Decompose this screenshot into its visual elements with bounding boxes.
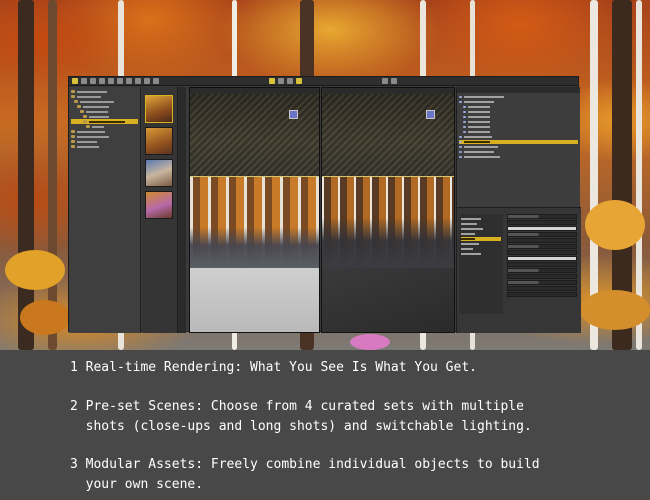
preset-thumbnail-list <box>142 87 178 333</box>
content-library-panel <box>69 87 141 333</box>
tree-trunk <box>18 0 34 350</box>
scene-node[interactable] <box>459 100 578 104</box>
foliage <box>580 290 650 330</box>
grid-icon[interactable] <box>287 78 293 84</box>
feature-item: 1 Real-time Rendering: What You See Is W… <box>70 358 477 378</box>
feature-text: Pre-set Scenes: Choose from 4 curated se… <box>85 399 532 434</box>
panel-header <box>457 87 580 93</box>
param-field[interactable] <box>507 226 577 231</box>
3d-app-window <box>68 76 581 333</box>
param-slider[interactable] <box>507 244 577 249</box>
param-group[interactable] <box>461 217 501 221</box>
window-icon[interactable] <box>391 78 397 84</box>
foliage <box>20 300 70 335</box>
param-slider[interactable] <box>507 262 577 267</box>
foliage <box>585 200 645 250</box>
toolbar <box>69 77 578 86</box>
param-slider[interactable] <box>507 214 577 219</box>
scene-node[interactable] <box>459 145 578 149</box>
feature-text: Modular Assets: Freely combine individua… <box>85 457 540 492</box>
param-slider[interactable] <box>507 268 577 273</box>
view-cube-icon[interactable] <box>289 110 298 119</box>
param-slider[interactable] <box>507 232 577 237</box>
snap-icon[interactable] <box>296 78 302 84</box>
render-icon[interactable] <box>144 78 150 84</box>
param-slider[interactable] <box>507 280 577 285</box>
feature-item: 2 Pre-set Scenes: Choose from 4 curated … <box>70 397 532 437</box>
param-slider[interactable] <box>507 220 577 225</box>
feature-number: 1 <box>70 360 78 375</box>
tree-item[interactable] <box>71 144 138 149</box>
scene-node[interactable] <box>459 110 578 114</box>
scene-node[interactable] <box>459 135 578 139</box>
feature-number: 2 <box>70 399 78 414</box>
path-pink-dress <box>350 334 390 350</box>
foliage <box>5 250 65 290</box>
save-icon[interactable] <box>108 78 114 84</box>
viewport-render-preview <box>190 176 319 268</box>
scene-node[interactable] <box>459 120 578 124</box>
parameter-sliders <box>505 214 579 298</box>
scene-node[interactable] <box>459 150 578 154</box>
param-field[interactable] <box>507 256 577 261</box>
preset-thumbnail[interactable] <box>145 95 173 123</box>
param-group[interactable] <box>461 252 501 256</box>
param-slider[interactable] <box>507 238 577 243</box>
play-icon[interactable] <box>269 78 275 84</box>
param-group[interactable] <box>461 247 501 251</box>
scene-node-selected[interactable] <box>459 140 578 144</box>
light-icon[interactable] <box>135 78 141 84</box>
rotate-tool-icon[interactable] <box>90 78 96 84</box>
preset-thumbnail[interactable] <box>145 127 173 155</box>
scale-tool-icon[interactable] <box>99 78 105 84</box>
feature-text: Real-time Rendering: What You See Is Wha… <box>85 360 477 375</box>
scene-node[interactable] <box>459 95 578 99</box>
scene-node[interactable] <box>459 125 578 129</box>
scene-node[interactable] <box>459 155 578 159</box>
layers-icon[interactable] <box>382 78 388 84</box>
param-group[interactable] <box>461 242 501 246</box>
viewport-camera[interactable] <box>321 87 455 333</box>
feature-number: 3 <box>70 457 78 472</box>
param-slider[interactable] <box>507 274 577 279</box>
scene-hierarchy-panel <box>456 87 581 333</box>
param-group[interactable] <box>461 222 501 226</box>
feature-item: 3 Modular Assets: Freely combine individ… <box>70 455 540 495</box>
param-slider[interactable] <box>507 250 577 255</box>
preset-thumbnail[interactable] <box>145 191 173 219</box>
camera-icon[interactable] <box>126 78 132 84</box>
select-tool-icon[interactable] <box>72 78 78 84</box>
side-tabs[interactable] <box>178 87 186 333</box>
viewport-perspective[interactable] <box>189 87 320 333</box>
param-group[interactable] <box>461 232 501 236</box>
preset-thumbnail[interactable] <box>145 159 173 187</box>
folder-icon[interactable] <box>117 78 123 84</box>
param-slider[interactable] <box>507 286 577 291</box>
param-slider[interactable] <box>507 292 577 297</box>
scene-node[interactable] <box>459 115 578 119</box>
move-tool-icon[interactable] <box>81 78 87 84</box>
settings-icon[interactable] <box>153 78 159 84</box>
tree-trunk <box>48 0 57 350</box>
parameter-groups <box>459 214 503 314</box>
param-group[interactable] <box>461 227 501 231</box>
viewport-top-view <box>190 94 319 176</box>
scene-node[interactable] <box>459 130 578 134</box>
parameters-panel <box>457 207 581 333</box>
param-group-selected[interactable] <box>461 237 501 241</box>
scene-node[interactable] <box>459 105 578 109</box>
viewport-ground <box>190 268 319 332</box>
pause-icon[interactable] <box>278 78 284 84</box>
viewport-top-view <box>322 94 454 176</box>
viewport-ground <box>322 268 454 332</box>
view-cube-icon[interactable] <box>426 110 435 119</box>
viewport-render-preview <box>322 176 454 268</box>
feature-list: 1 Real-time Rendering: What You See Is W… <box>0 350 650 500</box>
